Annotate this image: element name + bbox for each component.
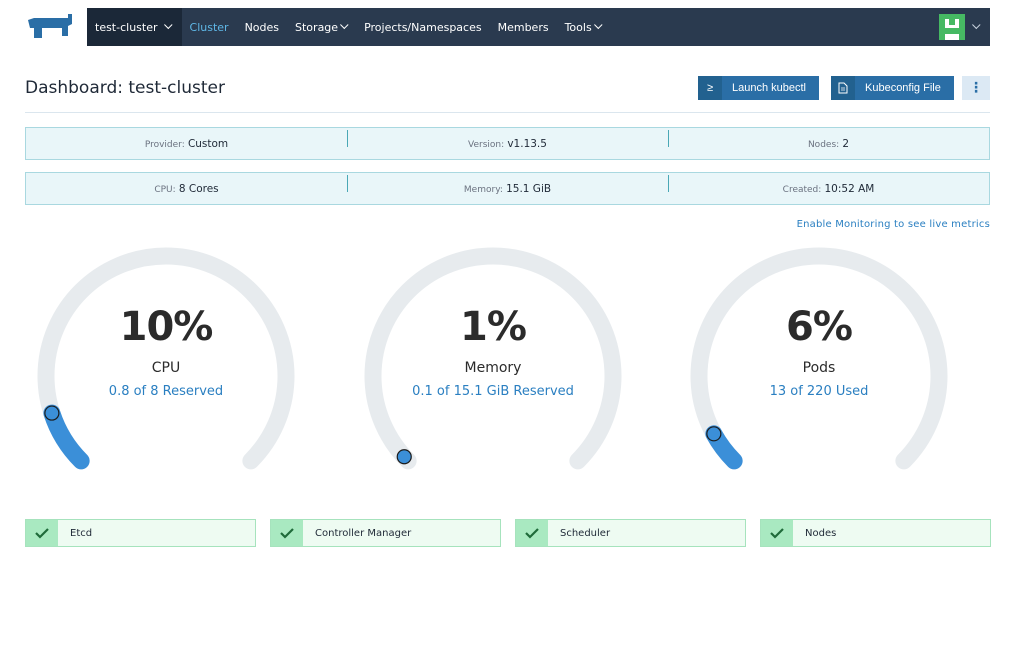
gauge-subtext: 13 of 220 Used xyxy=(769,384,869,399)
launch-kubectl-button[interactable]: ≥ Launch kubectl xyxy=(698,76,819,100)
component-status-scheduler: Scheduler xyxy=(515,519,746,547)
gauge-value: 10% xyxy=(119,304,214,350)
file-icon xyxy=(831,76,855,100)
gauge-memory: 1% Memory 0.1 of 15.1 GiB Reserved xyxy=(356,240,630,480)
check-icon xyxy=(516,520,548,546)
terminal-icon: ≥ xyxy=(698,76,722,100)
gauge-track xyxy=(37,247,295,470)
check-icon xyxy=(26,520,58,546)
gauge-value: 1% xyxy=(460,304,527,350)
gauge-subtext: 0.1 of 15.1 GiB Reserved xyxy=(412,384,574,399)
kubeconfig-file-button[interactable]: Kubeconfig File xyxy=(831,76,954,100)
gauge-label: Pods xyxy=(802,360,836,376)
info-created: Created: 10:52 AM xyxy=(668,174,989,195)
info-provider: Provider: Custom xyxy=(144,137,229,150)
gauge-pods: 6% Pods 13 of 220 Used xyxy=(682,240,956,480)
chevron-down-icon xyxy=(972,20,981,30)
info-cpu: CPU: 8 Cores xyxy=(154,182,219,195)
component-status-controller-manager: Controller Manager xyxy=(270,519,501,547)
page-title: Dashboard: test-cluster xyxy=(25,78,225,98)
nav-tools[interactable]: Tools xyxy=(557,8,610,46)
chevron-down-icon xyxy=(593,20,603,30)
gauge-handle xyxy=(44,405,60,421)
user-menu[interactable] xyxy=(939,14,990,40)
info-memory: Memory: 15.1 GiB xyxy=(347,174,668,195)
gauge-cpu: 10% CPU 0.8 of 8 Reserved xyxy=(29,240,303,480)
cluster-info-row-1: Provider: Custom Version: v1.13.5 Nodes:… xyxy=(25,127,990,160)
check-icon xyxy=(271,520,303,546)
kebab-menu-icon: ⋮ xyxy=(969,80,983,96)
nav-storage[interactable]: Storage xyxy=(287,8,356,46)
gauge-handle xyxy=(396,449,412,465)
more-actions-button[interactable]: ⋮ xyxy=(962,76,990,100)
info-nodes: Nodes: 2 xyxy=(668,129,989,150)
nav-projects-namespaces[interactable]: Projects/Namespaces xyxy=(356,8,490,46)
cluster-info-row-2: CPU: 8 Cores Memory: 15.1 GiB Created: 1… xyxy=(25,172,990,205)
nav-nodes[interactable]: Nodes xyxy=(237,8,287,46)
gauge-track xyxy=(690,247,948,470)
header-divider xyxy=(25,112,990,113)
info-version: Version: v1.13.5 xyxy=(347,129,668,150)
chevron-down-icon xyxy=(163,20,173,30)
gauge-label: CPU xyxy=(151,360,181,376)
cluster-switcher-label: test-cluster xyxy=(95,20,158,34)
gauge-value: 6% xyxy=(786,304,853,350)
gauge-label: Memory xyxy=(464,360,522,376)
top-navigation: test-cluster Cluster Nodes Storage Proje… xyxy=(87,8,990,46)
component-status-nodes: Nodes xyxy=(760,519,991,547)
gauge-handle xyxy=(706,426,722,442)
nav-cluster[interactable]: Cluster xyxy=(182,8,237,46)
gauge-track xyxy=(364,247,622,470)
gauge-subtext: 0.8 of 8 Reserved xyxy=(108,384,224,399)
component-status-etcd: Etcd xyxy=(25,519,256,547)
check-icon xyxy=(761,520,793,546)
cluster-switcher[interactable]: test-cluster xyxy=(87,8,182,46)
avatar xyxy=(939,14,965,40)
rancher-logo-icon[interactable] xyxy=(24,12,76,44)
chevron-down-icon xyxy=(340,20,349,30)
gauge-fill xyxy=(43,404,90,470)
enable-monitoring-link[interactable]: Enable Monitoring to see live metrics xyxy=(797,219,990,230)
nav-members[interactable]: Members xyxy=(490,8,557,46)
